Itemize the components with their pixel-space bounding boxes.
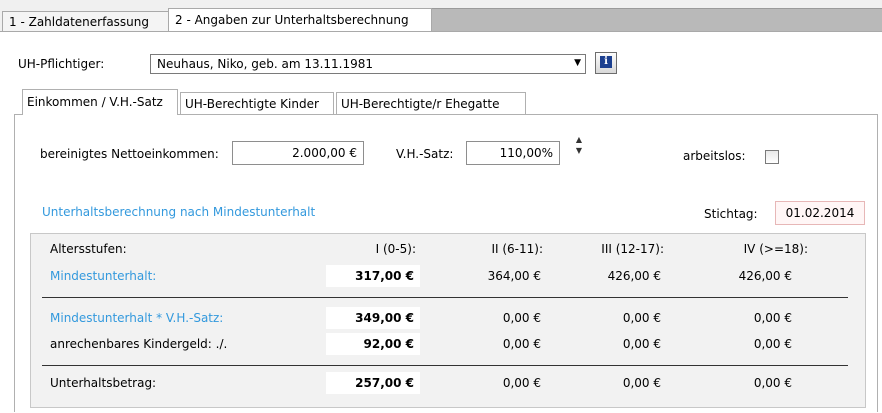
tab-uh-berechtigte-ehegatte[interactable]: UH-Berechtigte/r Ehegatte bbox=[336, 92, 526, 114]
nettoeinkommen-label: bereinigtes Nettoeinkommen: bbox=[40, 147, 219, 161]
col-header-1: I (0-5): bbox=[375, 242, 416, 256]
tab-einkommen-vh-satz[interactable]: Einkommen / V.H.-Satz bbox=[22, 89, 178, 115]
section-title: Unterhaltsberechnung nach Mindestunterha… bbox=[42, 205, 316, 219]
info-icon: i bbox=[600, 56, 612, 68]
row-label-mindest-vh: Mindestunterhalt * V.H.-Satz: bbox=[50, 311, 224, 325]
value-kindergeld-1: 92,00 € bbox=[326, 333, 420, 355]
spin-down-icon[interactable]: ▼ bbox=[572, 145, 586, 156]
divider-line bbox=[42, 365, 848, 366]
row-label-kindergeld: anrechenbares Kindergeld: ./. bbox=[50, 337, 228, 351]
value-betrag-1: 257,00 € bbox=[326, 372, 420, 394]
value-mindest-vh-2: 0,00 € bbox=[502, 311, 541, 325]
divider-line bbox=[42, 297, 848, 298]
altersstufen-label: Altersstufen: bbox=[50, 242, 127, 256]
uh-pflichtiger-value: Neuhaus, Niko, geb. am 13.11.1981 bbox=[157, 57, 374, 71]
stichtag-label: Stichtag: bbox=[704, 207, 758, 221]
value-kindergeld-2: 0,00 € bbox=[502, 337, 541, 351]
tab-angaben-unterhaltsberechnung[interactable]: 2 - Angaben zur Unterhaltsberechnung bbox=[168, 8, 432, 33]
uh-pflichtiger-label: UH-Pflichtiger: bbox=[18, 57, 105, 71]
tab-zahldatenerfassung[interactable]: 1 - Zahldatenerfassung bbox=[2, 11, 174, 32]
value-mindest-vh-3: 0,00 € bbox=[622, 311, 661, 325]
stichtag-input[interactable]: 01.02.2014 bbox=[775, 201, 865, 225]
value-mindest-2: 364,00 € bbox=[487, 269, 541, 283]
arbeitslos-label: arbeitslos: bbox=[683, 149, 746, 163]
row-label-mindestunterhalt: Mindestunterhalt: bbox=[50, 269, 157, 283]
value-kindergeld-3: 0,00 € bbox=[622, 337, 661, 351]
value-mindest-1: 317,00 € bbox=[326, 265, 420, 287]
col-header-2: II (6-11): bbox=[491, 242, 543, 256]
vh-satz-label: V.H.-Satz: bbox=[396, 147, 454, 161]
nettoeinkommen-input[interactable]: 2.000,00 € bbox=[232, 141, 364, 165]
spin-up-icon[interactable]: ▲ bbox=[572, 134, 586, 145]
value-betrag-3: 0,00 € bbox=[622, 376, 661, 390]
value-mindest-vh-4: 0,00 € bbox=[753, 311, 792, 325]
uh-pflichtiger-select[interactable]: Neuhaus, Niko, geb. am 13.11.1981 ▼ bbox=[150, 54, 586, 74]
info-button[interactable]: i bbox=[595, 52, 617, 74]
arbeitslos-checkbox[interactable] bbox=[765, 150, 779, 164]
row-label-unterhaltsbetrag: Unterhaltsbetrag: bbox=[50, 376, 157, 390]
col-header-4: IV (>=18): bbox=[743, 242, 808, 256]
value-mindest-vh-1: 349,00 € bbox=[326, 307, 420, 329]
col-header-3: III (12-17): bbox=[601, 242, 664, 256]
chevron-down-icon: ▼ bbox=[574, 58, 581, 68]
value-kindergeld-4: 0,00 € bbox=[753, 337, 792, 351]
vh-satz-spinner[interactable]: ▲ ▼ bbox=[572, 134, 586, 160]
value-betrag-2: 0,00 € bbox=[502, 376, 541, 390]
value-betrag-4: 0,00 € bbox=[753, 376, 792, 390]
tab-uh-berechtigte-kinder[interactable]: UH-Berechtigte Kinder bbox=[180, 92, 334, 114]
value-mindest-4: 426,00 € bbox=[738, 269, 792, 283]
tab-strip-background bbox=[430, 8, 882, 31]
value-mindest-3: 426,00 € bbox=[607, 269, 661, 283]
vh-satz-input[interactable]: 110,00% bbox=[466, 141, 560, 165]
